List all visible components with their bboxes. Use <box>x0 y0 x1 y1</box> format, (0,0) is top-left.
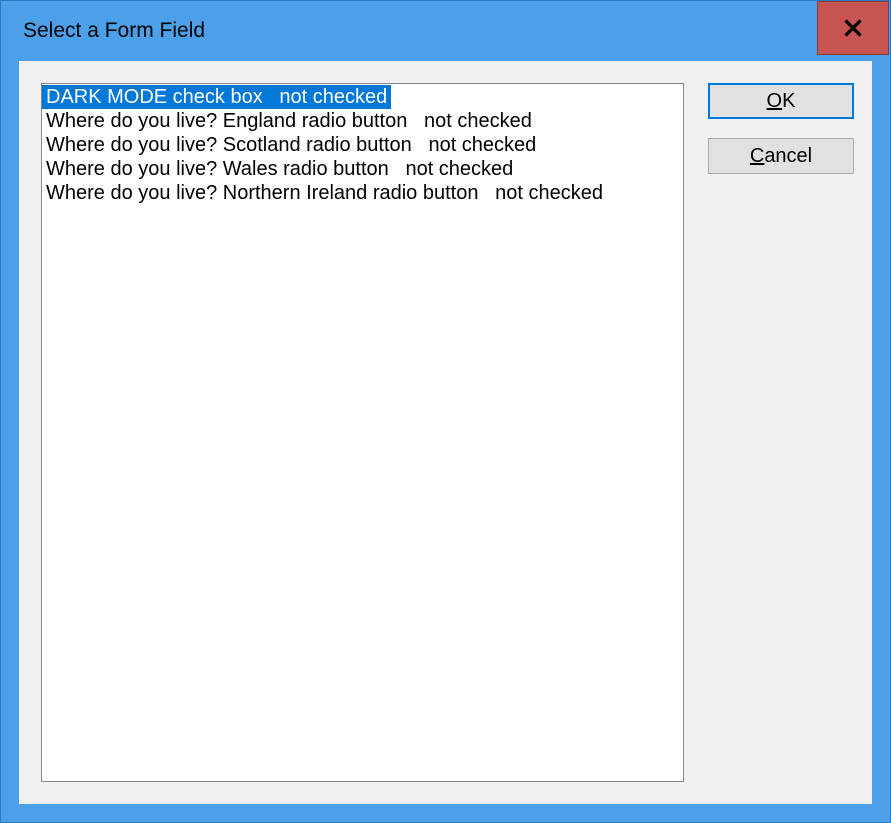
cancel-button[interactable]: Cancel <box>708 138 854 174</box>
list-item[interactable]: Where do you live? Northern Ireland radi… <box>42 181 683 205</box>
button-panel: OK Cancel <box>708 83 854 782</box>
titlebar: Select a Form Field <box>1 1 890 61</box>
list-item[interactable]: DARK MODE check box not checked <box>42 85 391 109</box>
ok-button[interactable]: OK <box>708 83 854 119</box>
list-item[interactable]: Where do you live? Scotland radio button… <box>42 133 683 157</box>
list-item[interactable]: Where do you live? Wales radio button no… <box>42 157 683 181</box>
client-area: DARK MODE check box not checkedWhere do … <box>19 61 872 804</box>
dialog-title: Select a Form Field <box>23 19 205 43</box>
form-field-listbox[interactable]: DARK MODE check box not checkedWhere do … <box>41 83 684 782</box>
close-button[interactable] <box>817 1 889 55</box>
list-item[interactable]: Where do you live? England radio button … <box>42 109 683 133</box>
dialog-window: Select a Form Field DARK MODE check box … <box>0 0 891 823</box>
close-icon <box>844 19 862 37</box>
